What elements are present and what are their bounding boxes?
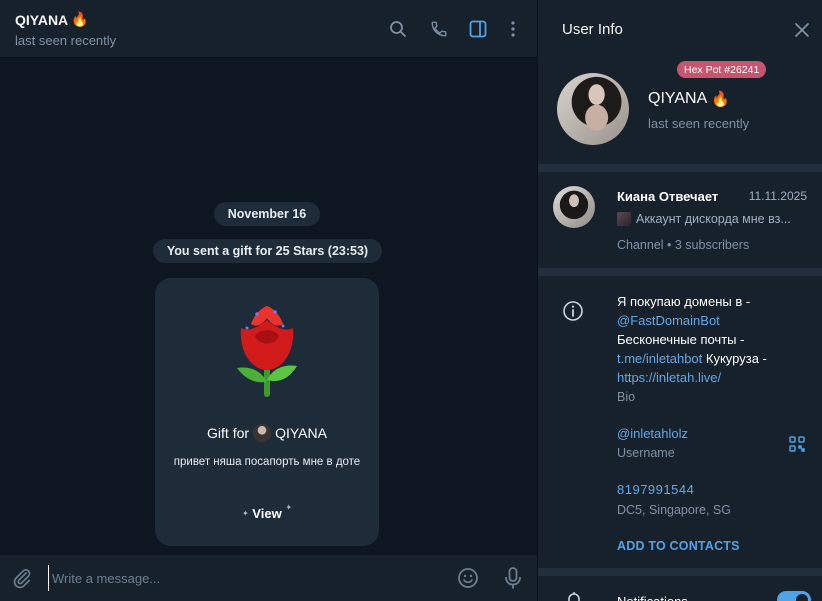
message-input[interactable] (48, 565, 438, 591)
fire-emoji-icon: 🔥 (711, 91, 730, 108)
divider (538, 268, 822, 276)
phone-icon[interactable] (428, 18, 450, 40)
channel-last-message: Аккаунт дискорда мне вз... (617, 212, 807, 226)
bio-link-inletahbot[interactable]: t.me/inletahbot (617, 351, 702, 366)
bio-link-website[interactable]: https://inletah.live/ (617, 368, 812, 387)
gift-card[interactable]: Gift for QIYANA привет няша посапорть мн… (155, 278, 379, 546)
sidebar-toggle-icon[interactable] (467, 18, 489, 40)
divider (538, 568, 822, 576)
profile-status: last seen recently (648, 116, 750, 131)
phone-number[interactable]: 8197991544 (617, 480, 694, 499)
gift-recipient: QIYANA (275, 425, 327, 441)
service-message: You sent a gift for 25 Stars (23:53) (153, 239, 382, 263)
user-info-title: User Info (562, 21, 623, 38)
bio-line-2: Бесконечные почты - (617, 332, 745, 347)
profile-avatar[interactable] (557, 73, 629, 145)
channel-name: Киана Отвечает (617, 189, 719, 204)
bio-line-3: Кукуруза - (702, 351, 767, 366)
more-icon[interactable] (502, 18, 524, 40)
gift-view-button[interactable]: ✦ View ✦ (155, 503, 379, 521)
fire-emoji-icon: 🔥 (71, 11, 89, 27)
profile-name-text: QIYANA (648, 90, 708, 107)
channel-date: 11.11.2025 (748, 189, 807, 203)
chat-pane: QIYANA 🔥 last seen recently November 16 … (0, 0, 537, 601)
profile-name: QIYANA 🔥 (648, 90, 730, 108)
bio-link-fastdomainbot[interactable]: @FastDomainBot (617, 311, 812, 330)
emoji-icon[interactable] (457, 567, 479, 589)
microphone-icon[interactable] (502, 566, 524, 590)
gift-title-prefix: Gift for (207, 425, 250, 441)
chat-status: last seen recently (15, 33, 117, 48)
close-icon[interactable] (794, 22, 810, 38)
message-thumbnail-icon (617, 212, 631, 226)
channel-subscribers: Channel • 3 subscribers (617, 238, 750, 252)
gift-message: привет няша посапорть мне в доте (173, 456, 361, 468)
divider (538, 164, 822, 172)
bio-text: Я покупаю домены в - @FastDomainBot Беск… (617, 292, 812, 387)
qr-code-icon[interactable] (789, 436, 805, 452)
chat-title-text: QIYANA (15, 11, 69, 28)
user-info-pane: User Info Hex Pot #26241 QIYANA 🔥 last s… (537, 0, 822, 601)
date-pill: November 16 (214, 202, 320, 226)
channel-last-message-text: Аккаунт дискорда мне вз... (636, 212, 791, 226)
notifications-toggle[interactable] (777, 591, 811, 601)
bio-line-1: Я покупаю домены в - (617, 294, 751, 309)
bell-icon (564, 590, 584, 601)
composer (0, 555, 537, 601)
chat-header[interactable]: QIYANA 🔥 last seen recently (0, 0, 537, 58)
username-label: Username (617, 446, 675, 460)
attach-icon[interactable] (11, 567, 33, 589)
username-value[interactable]: @inletahlolz (617, 424, 688, 443)
notifications-label: Notifications (617, 592, 688, 601)
channel-avatar (553, 186, 595, 228)
chat-title[interactable]: QIYANA 🔥 (15, 11, 89, 28)
recipient-avatar (253, 424, 272, 442)
sparkle-icon: ✦ (241, 509, 249, 518)
add-to-contacts-button[interactable]: ADD TO CONTACTS (617, 539, 740, 553)
gift-title: Gift for QIYANA (155, 424, 379, 442)
gift-view-label: View (252, 506, 282, 521)
bio-label: Bio (617, 390, 636, 404)
message-list[interactable]: November 16 You sent a gift for 25 Stars… (0, 58, 537, 555)
phone-location: DC5, Singapore, SG (617, 503, 731, 517)
search-icon[interactable] (387, 18, 409, 40)
info-icon (562, 300, 584, 322)
rose-gift-icon (217, 298, 317, 398)
collectible-badge[interactable]: Hex Pot #26241 (677, 61, 767, 78)
sparkle-icon: ✦ (285, 503, 293, 512)
